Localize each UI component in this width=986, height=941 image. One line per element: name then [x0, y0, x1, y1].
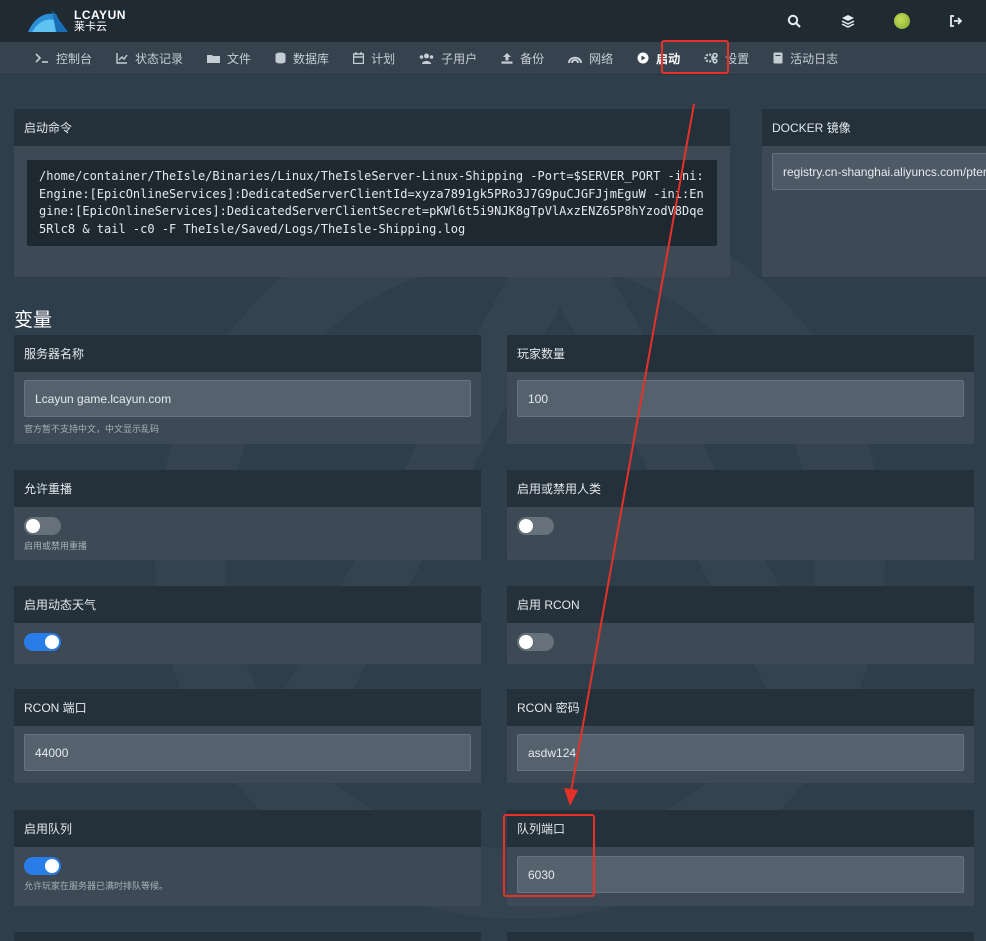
var-label: 玩家数量	[507, 335, 974, 372]
users-icon	[419, 53, 434, 64]
var-hint: 允许玩家在服务器已满时排队等候。	[24, 881, 169, 891]
tab-label: 文件	[227, 51, 252, 66]
var-hint: 官方暂不支持中文，中文显示乱码	[24, 424, 160, 434]
var-rcon: 启用 RCON	[507, 586, 974, 664]
tab-label: 活动日志	[790, 51, 839, 66]
tab-label: 子用户	[441, 51, 478, 66]
var-allow-replay: 允许重播 启用或禁用重播	[14, 470, 481, 560]
rcon-toggle[interactable]	[517, 633, 554, 651]
tab-label: 计划	[371, 51, 396, 66]
upload-icon	[501, 53, 513, 64]
tab-backups[interactable]: 备份	[489, 42, 556, 75]
tab-label: 状态记录	[135, 51, 184, 66]
var-player-count: 玩家数量 100	[507, 335, 974, 444]
tab-database[interactable]: 数据库	[263, 42, 341, 75]
network-icon	[568, 56, 583, 63]
var-label: 允许重播	[14, 470, 481, 507]
var-label: 服务器名称	[14, 335, 481, 372]
logo-mark-icon	[28, 10, 68, 32]
docker-image-panel: DOCKER 镜像 registry.cn-shanghai.aliyuncs.…	[762, 109, 986, 277]
var-humans: 启用或禁用人类	[507, 470, 974, 560]
chart-icon	[116, 53, 128, 64]
var-label: 启用队列	[14, 810, 481, 847]
tab-subusers[interactable]: 子用户	[407, 42, 489, 75]
var-label: RCON 端口	[14, 689, 481, 726]
search-icon[interactable]	[786, 13, 802, 29]
rcon-port-input[interactable]: 44000	[24, 734, 471, 771]
tab-label: 数据库	[293, 51, 330, 66]
var-label: RCON 密码	[507, 689, 974, 726]
var-rcon-password: RCON 密码 asdw124	[507, 689, 974, 783]
server-nav: 控制台 状态记录 文件 数据库 计划 子用户 备份 网络 启动 设置 活动日志	[0, 42, 986, 75]
next-variable-panel	[14, 932, 481, 941]
var-rcon-port: RCON 端口 44000	[14, 689, 481, 783]
book-icon	[773, 52, 783, 64]
var-dynamic-weather: 启用动态天气	[14, 586, 481, 664]
layers-icon[interactable]	[840, 13, 856, 29]
tab-console[interactable]: 控制台	[23, 42, 104, 75]
tab-label: 网络	[589, 51, 614, 66]
next-variable-panel	[507, 932, 974, 941]
tab-files[interactable]: 文件	[195, 42, 263, 75]
tab-label: 备份	[520, 51, 545, 66]
docker-image-title: DOCKER 镜像	[762, 109, 986, 146]
var-server-name: 服务器名称 Lcayun game.lcayun.com 官方暂不支持中文，中文…	[14, 335, 481, 444]
annotation-highlight-queue-port	[503, 814, 595, 897]
brand-name-en: LCAYUN	[74, 8, 126, 22]
player-count-input[interactable]: 100	[517, 380, 964, 417]
calendar-icon	[353, 52, 365, 64]
rcon-password-input[interactable]: asdw124	[517, 734, 964, 771]
database-icon	[275, 52, 286, 64]
allow-replay-toggle[interactable]	[24, 517, 61, 535]
var-label: 启用或禁用人类	[507, 470, 974, 507]
var-hint: 启用或禁用重播	[24, 541, 88, 551]
folder-icon	[207, 54, 221, 63]
tab-stats[interactable]: 状态记录	[104, 42, 195, 75]
docker-image-select[interactable]: registry.cn-shanghai.aliyuncs.com/pter	[772, 153, 986, 190]
annotation-highlight-startup-tab	[661, 40, 729, 74]
play-icon	[637, 52, 649, 64]
logout-icon[interactable]	[948, 13, 964, 29]
var-label: 启用 RCON	[507, 586, 974, 623]
variables-heading: 变量	[14, 310, 53, 331]
tab-activity-log[interactable]: 活动日志	[761, 42, 850, 75]
terminal-icon	[35, 53, 48, 63]
humans-toggle[interactable]	[517, 517, 554, 535]
tab-network[interactable]: 网络	[556, 42, 625, 75]
tab-schedules[interactable]: 计划	[341, 42, 407, 75]
brand-name-cn: 莱卡云	[74, 21, 107, 33]
avatar[interactable]	[894, 13, 910, 29]
dynamic-weather-toggle[interactable]	[24, 633, 61, 651]
startup-command-text: /home/container/TheIsle/Binaries/Linux/T…	[27, 160, 717, 247]
tab-label: 控制台	[56, 51, 93, 66]
server-name-input[interactable]: Lcayun game.lcayun.com	[24, 380, 471, 417]
queue-toggle[interactable]	[24, 857, 61, 875]
top-bar: LCAYUN 莱卡云	[0, 0, 986, 42]
startup-command-panel: 启动命令 /home/container/TheIsle/Binaries/Li…	[14, 109, 730, 277]
brand-logo[interactable]: LCAYUN 莱卡云	[26, 8, 126, 34]
var-queue: 启用队列 允许玩家在服务器已满时排队等候。	[14, 810, 481, 906]
var-label: 启用动态天气	[14, 586, 481, 623]
startup-command-title: 启动命令	[14, 109, 730, 146]
